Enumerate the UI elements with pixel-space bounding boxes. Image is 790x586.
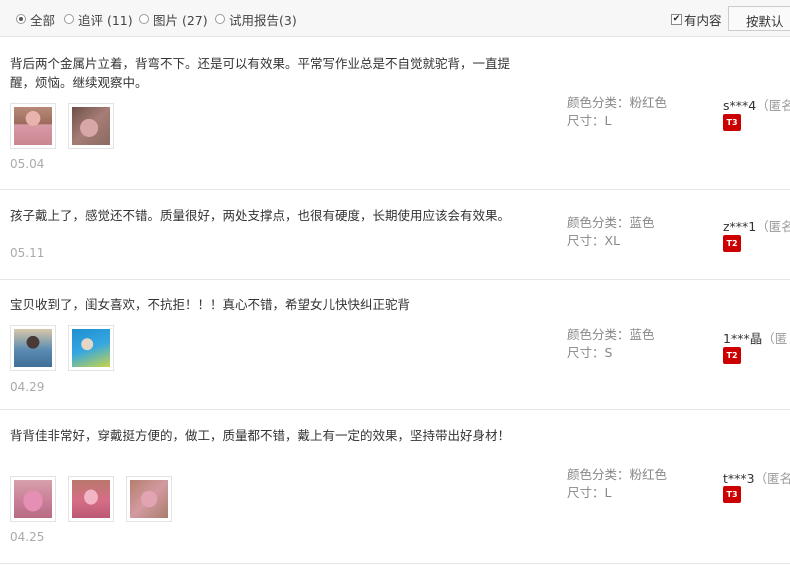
color-label: 颜色分类： xyxy=(567,327,630,342)
review-photo[interactable] xyxy=(10,476,56,522)
color-label: 颜色分类： xyxy=(567,95,630,110)
size-label: 尺寸： xyxy=(567,233,605,248)
member-level-icon: T3 xyxy=(723,114,741,131)
sku-info: 颜色分类：蓝色 尺寸：XL xyxy=(567,214,655,250)
color-value: 粉红色 xyxy=(629,467,668,482)
anonymous-tag: （匿名 xyxy=(756,219,790,234)
reviewer-name: t***3（匿名 xyxy=(723,468,790,487)
member-level-icon: T3 xyxy=(723,486,741,503)
review-photo[interactable] xyxy=(10,325,56,371)
sort-dropdown[interactable]: 按默认 xyxy=(728,6,790,31)
radio-icon[interactable] xyxy=(215,14,225,24)
review-photo[interactable] xyxy=(68,476,114,522)
member-level-icon: T2 xyxy=(723,347,741,364)
filter-all[interactable]: 全部 xyxy=(16,10,55,28)
member-level-icon: T2 xyxy=(723,235,741,252)
radio-icon[interactable] xyxy=(139,14,149,24)
thumb-blue-back xyxy=(14,329,52,367)
reviewer-nick: t***3 xyxy=(723,471,755,486)
thumb-pink-dress xyxy=(72,107,110,145)
radio-icon[interactable] xyxy=(64,14,74,24)
filter-images[interactable]: 图片 (27) xyxy=(139,10,208,28)
review-item: 背背佳非常好，穿戴挺方便的，做工，质量都不错，戴上有一定的效果，坚持带出好身材！… xyxy=(0,410,790,564)
thumb-pink-front xyxy=(14,480,52,518)
review-photo[interactable] xyxy=(68,103,114,149)
has-content-filter[interactable]: ✔ 有内容 xyxy=(671,10,722,29)
reviewer-name: z***1（匿名 xyxy=(723,216,790,235)
reviewer-nick: s***4 xyxy=(723,98,757,113)
filter-followup-label: 追评 (11) xyxy=(78,12,133,28)
filter-images-label: 图片 (27) xyxy=(153,12,208,28)
review-thumbnails xyxy=(10,103,126,149)
reviewer-name: s***4（匿名 xyxy=(723,95,790,114)
thumb-blue-pool xyxy=(72,329,110,367)
reviewer-nick: z***1 xyxy=(723,219,757,234)
color-value: 粉红色 xyxy=(629,95,668,110)
filter-trial-report-label: 试用报告(3) xyxy=(229,12,297,28)
review-item: 孩子戴上了，感觉还不错。质量很好，两处支撑点，也很有硬度，长期使用应该会有效果。… xyxy=(0,190,790,280)
review-date: 04.29 xyxy=(10,380,45,394)
review-thumbnails xyxy=(10,476,184,522)
review-date: 05.04 xyxy=(10,157,45,171)
review-item: 背后两个金属片立着，背弯不下。还是可以有效果。平常写作业总是不自觉就驼背，一直提… xyxy=(0,37,790,190)
review-photo[interactable] xyxy=(10,103,56,149)
size-value: L xyxy=(604,113,612,128)
thumb-pink-kid xyxy=(14,107,52,145)
anonymous-tag: （匿名 xyxy=(754,471,790,486)
anonymous-tag: （匿名 xyxy=(756,98,790,113)
size-value: S xyxy=(604,345,613,360)
review-photo[interactable] xyxy=(126,476,172,522)
filter-followup[interactable]: 追评 (11) xyxy=(64,10,133,28)
review-date: 04.25 xyxy=(10,530,45,544)
reviewer-nick: 1***晶 xyxy=(723,331,763,346)
review-item: 宝贝收到了，闺女喜欢，不抗拒！！！真心不错，希望女儿快快纠正驼背 04.29 颜… xyxy=(0,280,790,410)
color-value: 蓝色 xyxy=(629,215,655,230)
size-label: 尺寸： xyxy=(567,485,605,500)
filter-all-label: 全部 xyxy=(30,12,56,28)
thumb-pink-side xyxy=(72,480,110,518)
sku-info: 颜色分类：粉红色 尺寸：L xyxy=(567,466,667,502)
color-value: 蓝色 xyxy=(629,327,655,342)
color-label: 颜色分类： xyxy=(567,215,630,230)
thumb-pink-blur xyxy=(130,480,168,518)
has-content-label: 有内容 xyxy=(684,13,722,28)
size-label: 尺寸： xyxy=(567,345,605,360)
review-text: 宝贝收到了，闺女喜欢，不抗拒！！！真心不错，希望女儿快快纠正驼背 xyxy=(10,297,411,312)
color-label: 颜色分类： xyxy=(567,467,630,482)
checkbox-checked-icon[interactable]: ✔ xyxy=(671,14,682,25)
review-filter-bar: 全部 追评 (11) 图片 (27) 试用报告(3) ✔ 有内容 按默认 xyxy=(0,0,790,37)
review-text: 背背佳非常好，穿戴挺方便的，做工，质量都不错，戴上有一定的效果，坚持带出好身材！ xyxy=(10,428,511,443)
size-value: L xyxy=(604,485,612,500)
size-label: 尺寸： xyxy=(567,113,605,128)
reviewer-name: 1***晶（匿 xyxy=(723,328,787,347)
review-text: 孩子戴上了，感觉还不错。质量很好，两处支撑点，也很有硬度，长期使用应该会有效果。 xyxy=(10,208,511,223)
anonymous-tag: （匿 xyxy=(762,331,788,346)
sku-info: 颜色分类：粉红色 尺寸：L xyxy=(567,94,667,130)
review-text: 背后两个金属片立着，背弯不下。还是可以有效果。平常写作业总是不自觉就驼背，一直提… xyxy=(10,56,511,90)
review-date: 05.11 xyxy=(10,246,45,260)
review-thumbnails xyxy=(10,325,126,371)
review-photo[interactable] xyxy=(68,325,114,371)
radio-selected-icon[interactable] xyxy=(16,14,26,24)
sku-info: 颜色分类：蓝色 尺寸：S xyxy=(567,326,655,362)
size-value: XL xyxy=(604,233,621,248)
filter-trial-report[interactable]: 试用报告(3) xyxy=(215,10,297,28)
